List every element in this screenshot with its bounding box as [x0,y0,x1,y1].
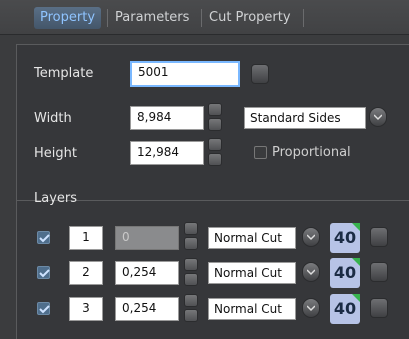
width-input[interactable]: 8,984 [130,106,204,130]
layer-1-offset-stepper[interactable] [184,222,198,252]
width-decrement-button[interactable] [208,118,222,131]
layer-2-cut-select[interactable]: Normal Cut [208,262,296,284]
layer-3-decrement-button[interactable] [184,309,198,322]
badge-corner-icon [352,294,360,302]
layer-2-checkbox[interactable] [37,266,50,279]
layer-1-index[interactable]: 1 [69,226,103,250]
check-icon [39,234,50,243]
layer-3-offset-stepper[interactable] [184,294,198,324]
tab-bar: Property Parameters Cut Property [0,0,409,35]
layer-3-checkbox[interactable] [37,302,50,315]
property-panel-window: Property Parameters Cut Property Templat… [0,0,409,339]
tab-separator [107,9,108,27]
width-stepper[interactable] [208,103,222,133]
width-increment-button[interactable] [208,103,222,116]
template-label: Template [34,66,94,81]
tab-parameters[interactable]: Parameters [109,7,195,29]
layer-2-color-badge[interactable]: 40 [330,258,360,288]
layer-3-increment-button[interactable] [184,294,198,307]
chevron-down-icon [307,305,315,312]
height-input[interactable]: 12,984 [130,141,204,165]
template-input[interactable]: 5001 [130,61,240,87]
layer-2-offset-input[interactable]: 0,254 [115,261,179,285]
layer-1-options-button[interactable] [370,227,388,247]
tab-cut-property[interactable]: Cut Property [203,7,297,29]
height-increment-button[interactable] [208,138,222,151]
proportional-label: Proportional [272,145,351,160]
proportional-checkbox[interactable] [254,146,267,159]
layer-2-index[interactable]: 2 [69,261,103,285]
layer-1-checkbox[interactable] [37,231,50,244]
sides-select[interactable]: Standard Sides [244,107,366,129]
layer-3-cut-select[interactable]: Normal Cut [208,298,296,320]
tab-separator [201,9,202,27]
check-icon [39,305,50,314]
layer-2-options-button[interactable] [370,262,388,282]
layers-title: Layers [34,191,78,206]
check-icon [39,269,50,278]
layer-2-offset-stepper[interactable] [184,258,198,288]
width-label: Width [34,111,72,126]
template-browse-button[interactable] [251,64,269,84]
layer-1-cut-select[interactable]: Normal Cut [208,227,296,249]
layer-1-color-badge[interactable]: 40 [330,223,360,253]
badge-corner-icon [352,258,360,266]
badge-corner-icon [352,223,360,231]
tab-separator [303,9,304,27]
layer-3-options-button[interactable] [370,298,388,318]
layer-2-decrement-button[interactable] [184,273,198,286]
height-decrement-button[interactable] [208,153,222,166]
height-label: Height [34,146,77,161]
height-stepper[interactable] [208,138,222,168]
chevron-down-icon [374,114,382,121]
layer-3-offset-input[interactable]: 0,254 [115,297,179,321]
layer-1-decrement-button[interactable] [184,237,198,250]
layer-1-cut-dropdown-button[interactable] [302,227,320,247]
sides-dropdown-button[interactable] [369,107,387,127]
layer-3-index[interactable]: 3 [69,297,103,321]
layer-1-increment-button[interactable] [184,222,198,235]
layer-2-cut-dropdown-button[interactable] [302,262,320,282]
tab-property[interactable]: Property [34,7,102,29]
layer-3-cut-dropdown-button[interactable] [302,298,320,318]
layer-3-color-badge[interactable]: 40 [330,294,360,324]
chevron-down-icon [307,269,315,276]
chevron-down-icon [307,234,315,241]
layer-1-offset-input: 0 [115,226,179,250]
layer-2-increment-button[interactable] [184,258,198,271]
